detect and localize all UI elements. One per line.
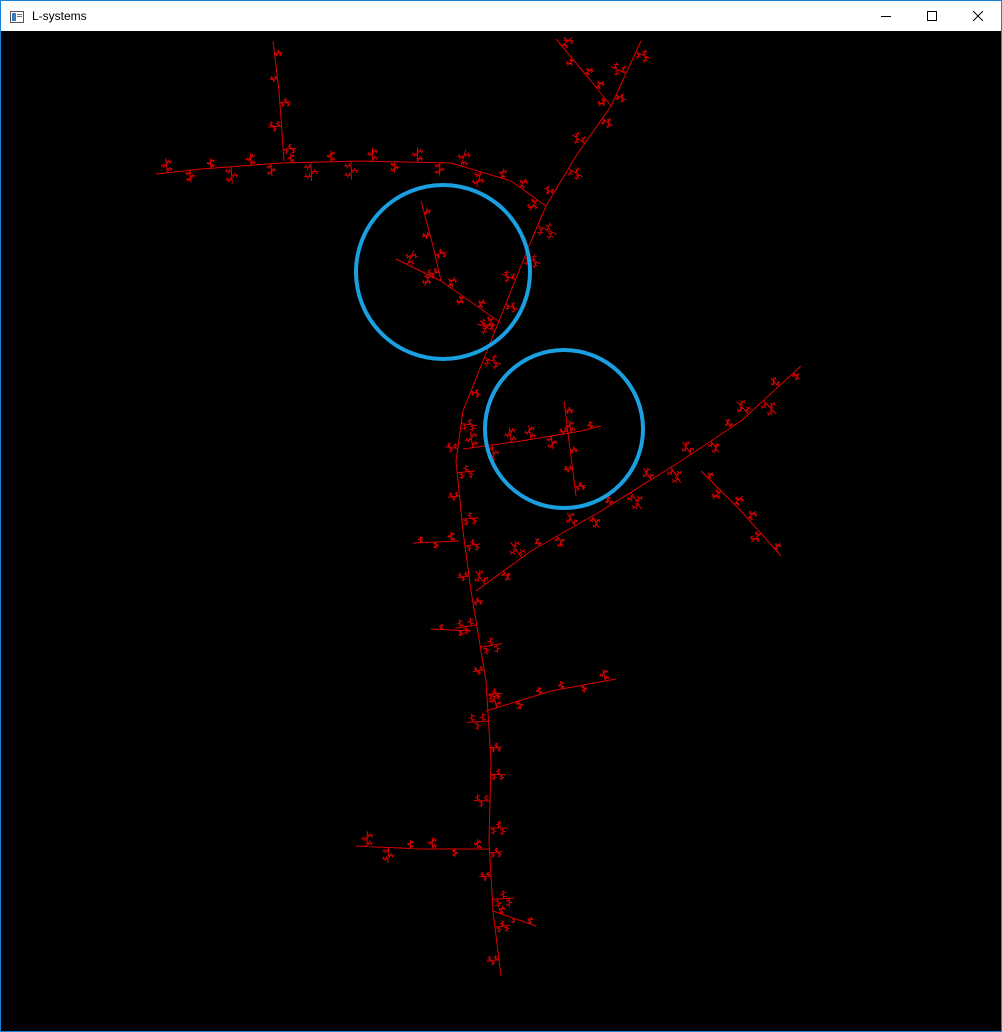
close-icon <box>973 11 983 21</box>
minimize-icon <box>881 16 891 17</box>
l-system-drawing <box>155 36 802 977</box>
minimize-button[interactable] <box>863 1 909 31</box>
window-title: L-systems <box>32 9 87 23</box>
render-canvas[interactable] <box>1 31 1001 1031</box>
maximize-icon <box>927 11 937 21</box>
app-window: L-systems <box>0 0 1002 1032</box>
window-app-icon[interactable] <box>10 10 24 23</box>
maximize-button[interactable] <box>909 1 955 31</box>
highlight-circles <box>354 183 645 510</box>
highlight-circle-upper <box>354 183 532 361</box>
close-button[interactable] <box>955 1 1001 31</box>
fractal-path <box>155 36 802 977</box>
fractal-branches <box>155 36 802 977</box>
title-bar[interactable]: L-systems <box>1 1 1001 31</box>
highlight-circle-lower <box>483 348 645 510</box>
